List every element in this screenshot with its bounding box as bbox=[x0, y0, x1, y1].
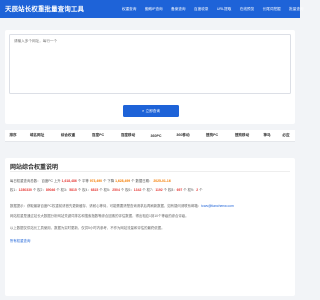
nav-batch[interactable]: 批量查询 bbox=[289, 7, 303, 12]
weight-distribution-line: 权1：1280330 个 权2：89046 个 权3：5815 个 权4：681… bbox=[10, 188, 203, 192]
col-rank[interactable]: 排序 bbox=[5, 133, 21, 138]
top-navigation-bar: 天辰站长权重批量查询工具 权重查询 蜘蛛IP查询 备案查询 百度收录 URL提取… bbox=[0, 0, 304, 18]
disclaimer-line: 以上数据仅供站长工具使用，数据为实时更新，仅供5小时内参考，不作为网站流量和评估… bbox=[10, 226, 165, 230]
nav-baidu-index[interactable]: 百度收录 bbox=[194, 7, 208, 12]
col-shenma[interactable]: 神马 bbox=[257, 133, 277, 138]
nav-longtail[interactable]: 长尾词挖掘 bbox=[263, 7, 281, 12]
col-360-pc[interactable]: 360PC bbox=[143, 134, 169, 138]
contact-email[interactable]: tcws@tianchenw.com bbox=[201, 204, 234, 208]
url-input[interactable] bbox=[9, 34, 291, 94]
nav-preview[interactable]: 在线预览 bbox=[240, 7, 254, 12]
search-button[interactable]: ⌕ 立即查询 bbox=[123, 105, 179, 117]
stat-equal: 973,490 bbox=[89, 179, 103, 183]
search-icon: ⌕ bbox=[141, 109, 145, 113]
col-360-mobile[interactable]: 360移动 bbox=[169, 133, 197, 138]
info-title: 网站综合权重说明 bbox=[10, 165, 59, 171]
daily-stats-line: 每日权重查询总数： 百度PC 上升 1,618,486 个 平等 973,490… bbox=[10, 179, 171, 183]
col-sogou-pc[interactable]: 搜狗PC bbox=[197, 133, 227, 138]
nav-spider-ip[interactable]: 蜘蛛IP查询 bbox=[145, 7, 163, 12]
col-baidu-pc[interactable]: 百度PC bbox=[83, 133, 113, 138]
results-table-header: 排序 域名网址 综合权重 百度PC 百度移动 360PC 360移动 搜狗PC … bbox=[5, 130, 295, 142]
search-button-label: 立即查询 bbox=[145, 108, 160, 113]
nav-weight-query[interactable]: 权重查询 bbox=[122, 7, 136, 12]
all-weight-query-link[interactable]: 所有权重查询 bbox=[10, 238, 30, 243]
col-domain[interactable]: 域名网址 bbox=[21, 133, 53, 138]
nav-url-extract[interactable]: URL提取 bbox=[217, 7, 231, 12]
info-panel: 网站综合权重说明 每日权重查询总数： 百度PC 上升 1,618,486 个 平… bbox=[5, 158, 295, 296]
site-brand[interactable]: 天辰站长权重批量查询工具 bbox=[5, 4, 84, 13]
stat-up: 1,618,486 bbox=[61, 179, 77, 183]
col-overall[interactable]: 综合权重 bbox=[53, 133, 83, 138]
col-bing[interactable]: 必应 bbox=[277, 133, 295, 138]
weight-explain-line: 网站权重是通过站长大数据分析网站关键词排名和搜索指数等综合因素的评估数据，得出相… bbox=[10, 214, 189, 218]
stat-down: 1,628,499 bbox=[115, 179, 131, 183]
nav-icp[interactable]: 备案查询 bbox=[171, 7, 185, 12]
data-tip-line: 数据提示：获取最新百度PC权重前请首先更新缓存，请耐心等待，可能需要清楚查询请求… bbox=[10, 204, 234, 208]
info-divider bbox=[10, 171, 290, 172]
col-sogou-mobile[interactable]: 搜狗移动 bbox=[227, 133, 257, 138]
col-baidu-mobile[interactable]: 百度移动 bbox=[113, 133, 143, 138]
main-nav: 权重查询 蜘蛛IP查询 备案查询 百度收录 URL提取 在线预览 长尾词挖掘 批… bbox=[122, 0, 312, 18]
stat-date: 2025-01-16 bbox=[153, 179, 171, 183]
